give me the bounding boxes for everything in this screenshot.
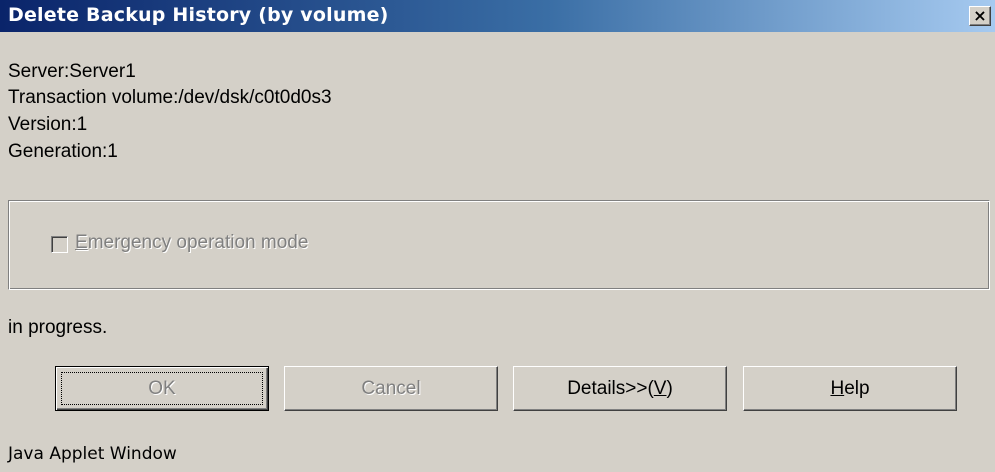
details-button[interactable]: Details>>(V) (513, 366, 727, 411)
emergency-mode-label: Emergency operation mode (75, 232, 309, 253)
emergency-mode-checkbox[interactable] (51, 236, 68, 253)
status-text: in progress. (8, 317, 108, 338)
options-group: Emergency operation mode (8, 200, 990, 290)
details-label: Details>>(V) (567, 377, 673, 399)
help-button[interactable]: Help (743, 366, 957, 411)
server-info: Server:Server1 (8, 61, 136, 82)
title-bar[interactable]: Delete Backup History (by volume) × (0, 0, 995, 32)
ok-button[interactable]: OK (55, 366, 269, 411)
transaction-volume-info: Transaction volume:/dev/dsk/c0t0d0s3 (8, 87, 332, 108)
applet-window-label: Java Applet Window (8, 444, 177, 464)
focus-rect (61, 372, 263, 405)
cancel-button[interactable]: Cancel (284, 366, 498, 411)
generation-info: Generation:1 (8, 141, 118, 162)
version-info: Version:1 (8, 114, 88, 135)
help-label: Help (830, 377, 870, 399)
close-icon: × (973, 6, 987, 25)
close-button[interactable]: × (969, 6, 991, 26)
window-title: Delete Backup History (by volume) (8, 4, 389, 26)
